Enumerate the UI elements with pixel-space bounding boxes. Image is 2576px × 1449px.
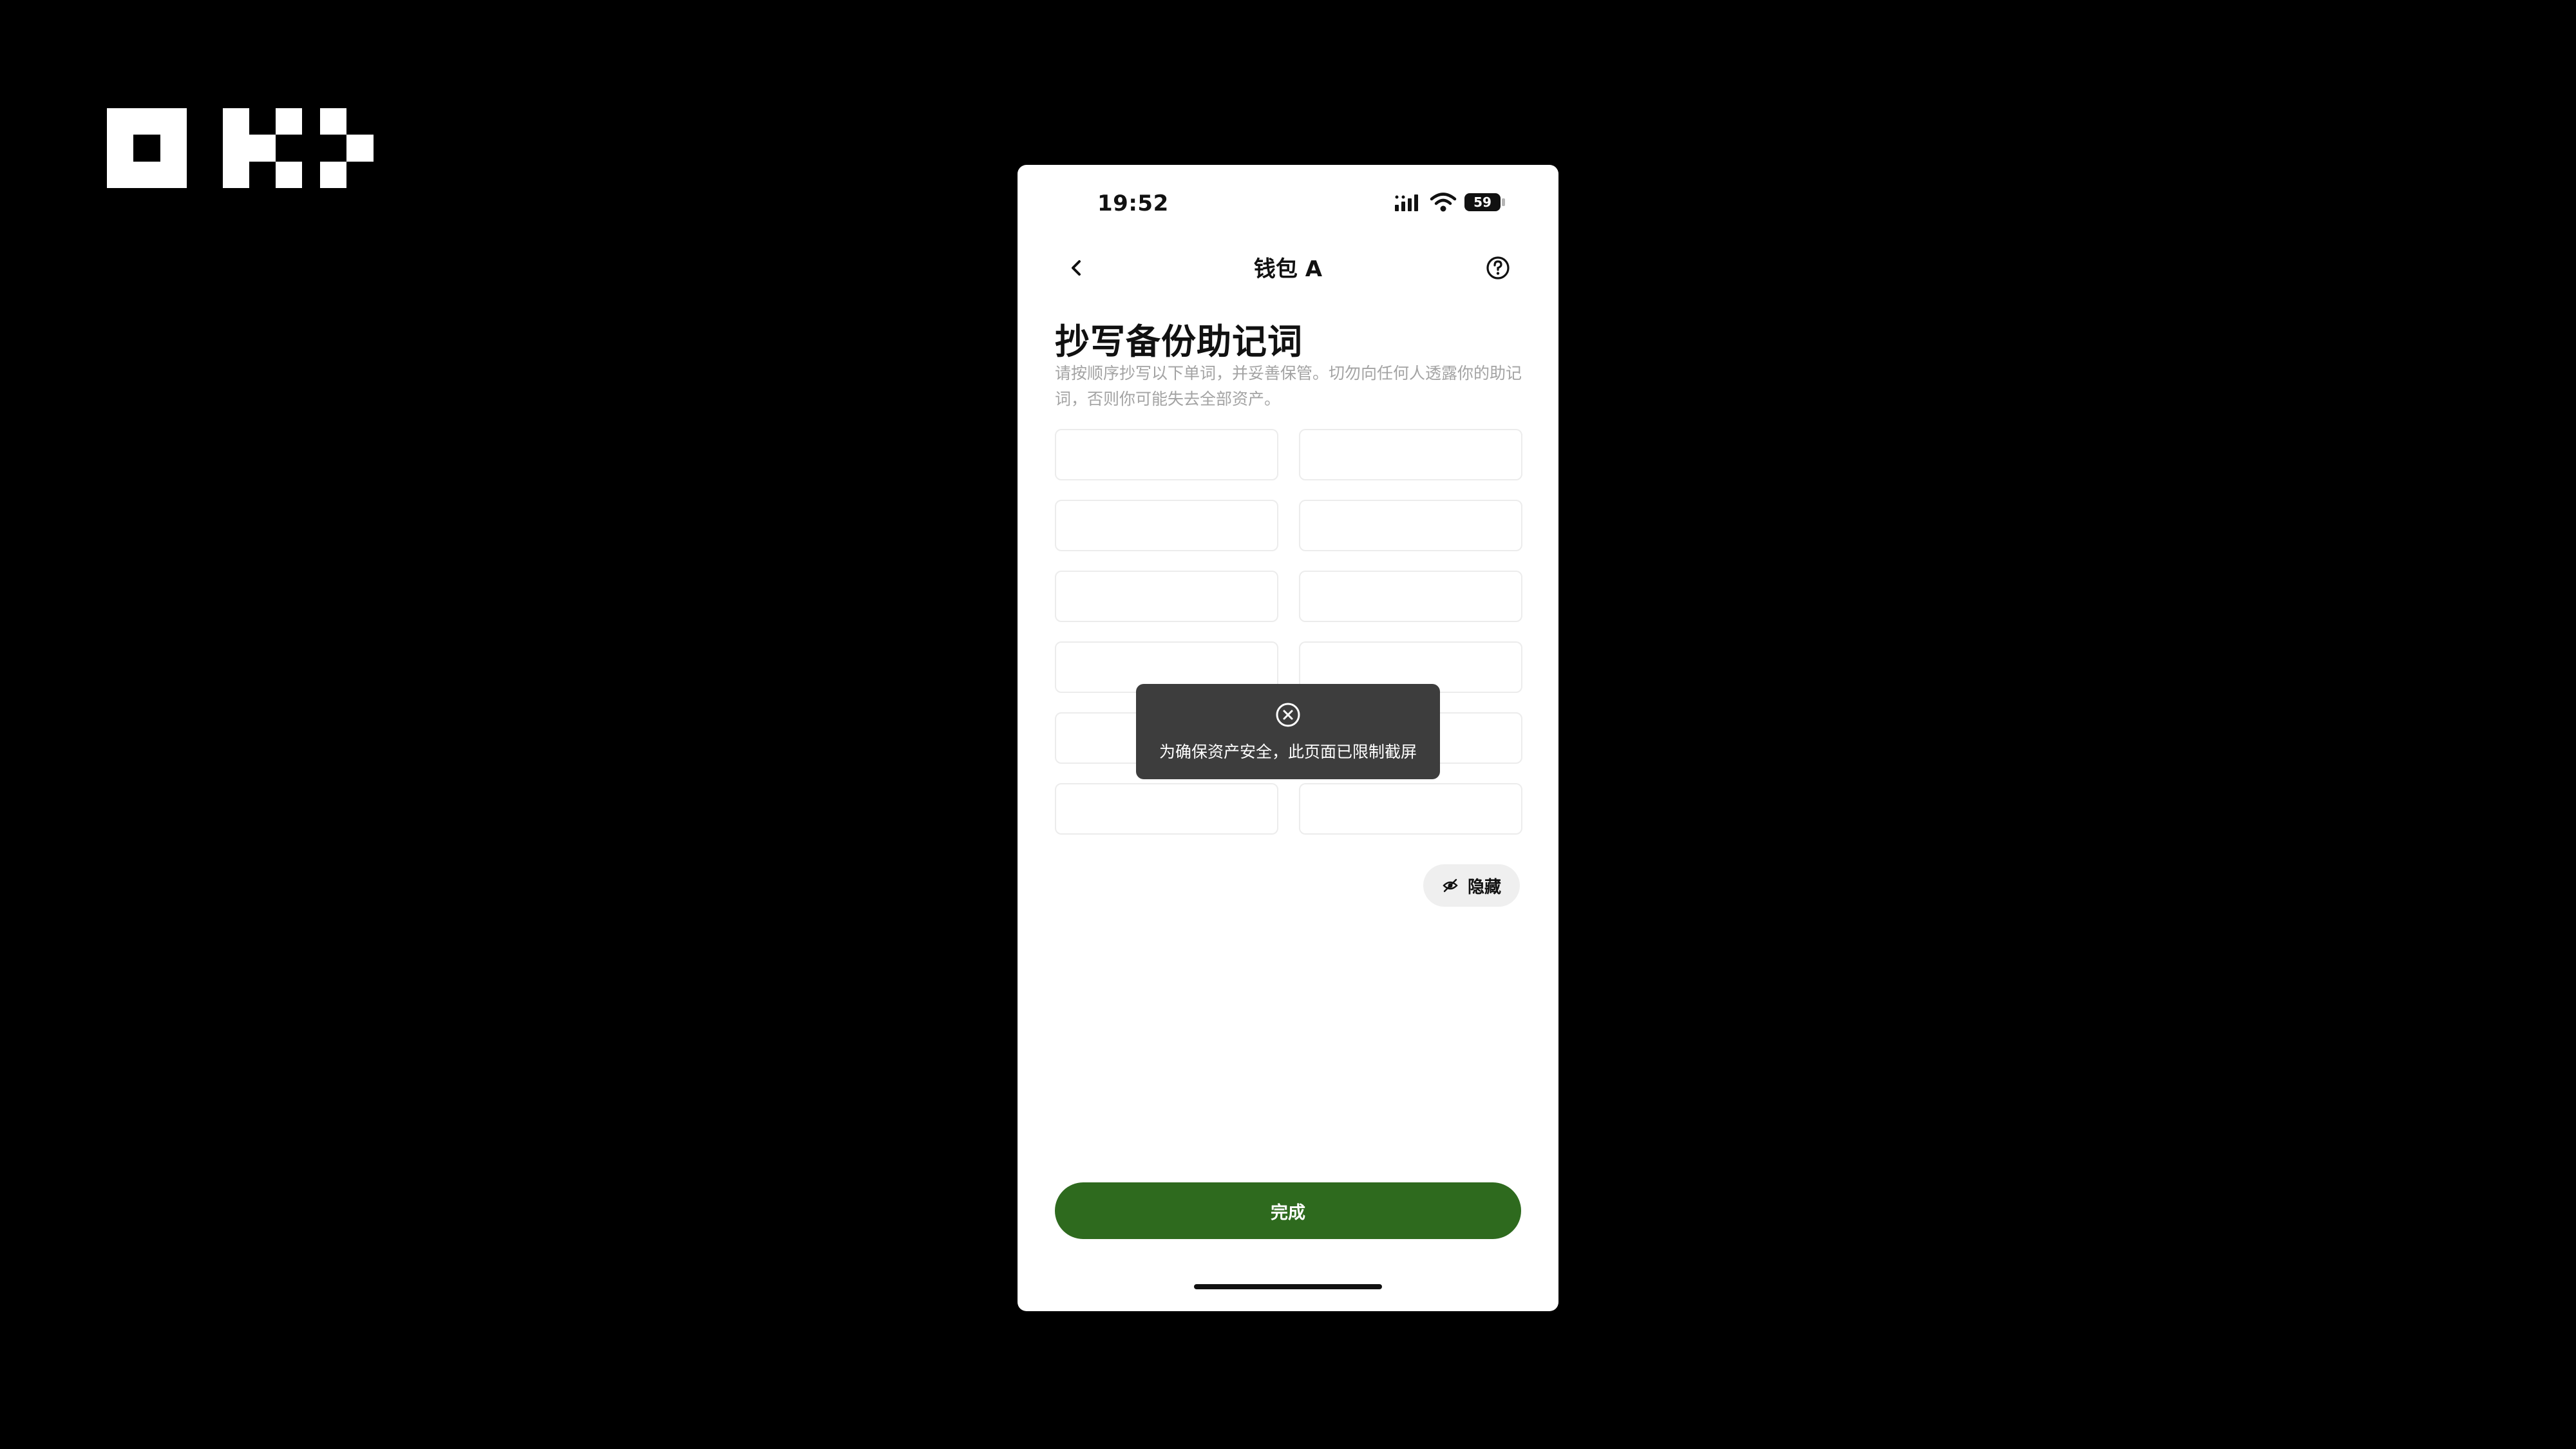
chevron-left-icon — [1072, 260, 1081, 276]
battery-level: 59 — [1473, 194, 1492, 210]
battery-icon: 59 — [1464, 193, 1501, 211]
page-description: 请按顺序抄写以下单词，并妥善保管。切勿向任何人透露你的助记词，否则你可能失去全部… — [1055, 364, 1522, 408]
toast-message: 为确保资产安全，此页面已限制截屏 — [1159, 743, 1417, 761]
status-time: 19:52 — [1097, 191, 1169, 216]
mnemonic-word-cell — [1299, 500, 1522, 551]
cellular-signal-icon — [1395, 194, 1418, 211]
home-indicator — [1194, 1284, 1382, 1289]
done-button[interactable]: 完成 — [1055, 1182, 1521, 1239]
okx-logo-icon — [107, 108, 374, 188]
close-circle-icon — [1276, 703, 1300, 727]
help-button[interactable] — [1479, 249, 1517, 287]
eye-off-icon — [1443, 878, 1458, 893]
status-icons: 59 — [1394, 192, 1516, 214]
hide-button-label: 隐藏 — [1467, 877, 1501, 897]
mnemonic-word-cell — [1055, 571, 1278, 622]
mnemonic-word-cell — [1299, 429, 1522, 480]
page-title: 抄写备份助记词 — [1055, 321, 1303, 362]
phone-screen: 19:52 59 钱包 A 抄写备份助记词 请按顺序抄写以下单词，并妥善保管。切… — [1018, 165, 1558, 1311]
mnemonic-word-cell — [1055, 500, 1278, 551]
mnemonic-word-cell — [1299, 571, 1522, 622]
hide-button[interactable]: 隐藏 — [1423, 864, 1520, 907]
mnemonic-word-cell — [1055, 783, 1278, 835]
back-button[interactable] — [1057, 249, 1096, 287]
nav-title: 钱包 A — [1253, 256, 1323, 282]
presentation-stage: 19:52 59 钱包 A 抄写备份助记词 请按顺序抄写以下单词，并妥善保管。切… — [0, 0, 2576, 1449]
mnemonic-word-cell — [1299, 783, 1522, 835]
wifi-icon — [1430, 193, 1457, 212]
question-circle-icon — [1486, 256, 1510, 279]
screenshot-restricted-toast: 为确保资产安全，此页面已限制截屏 — [1136, 684, 1440, 779]
mnemonic-word-cell — [1055, 429, 1278, 480]
